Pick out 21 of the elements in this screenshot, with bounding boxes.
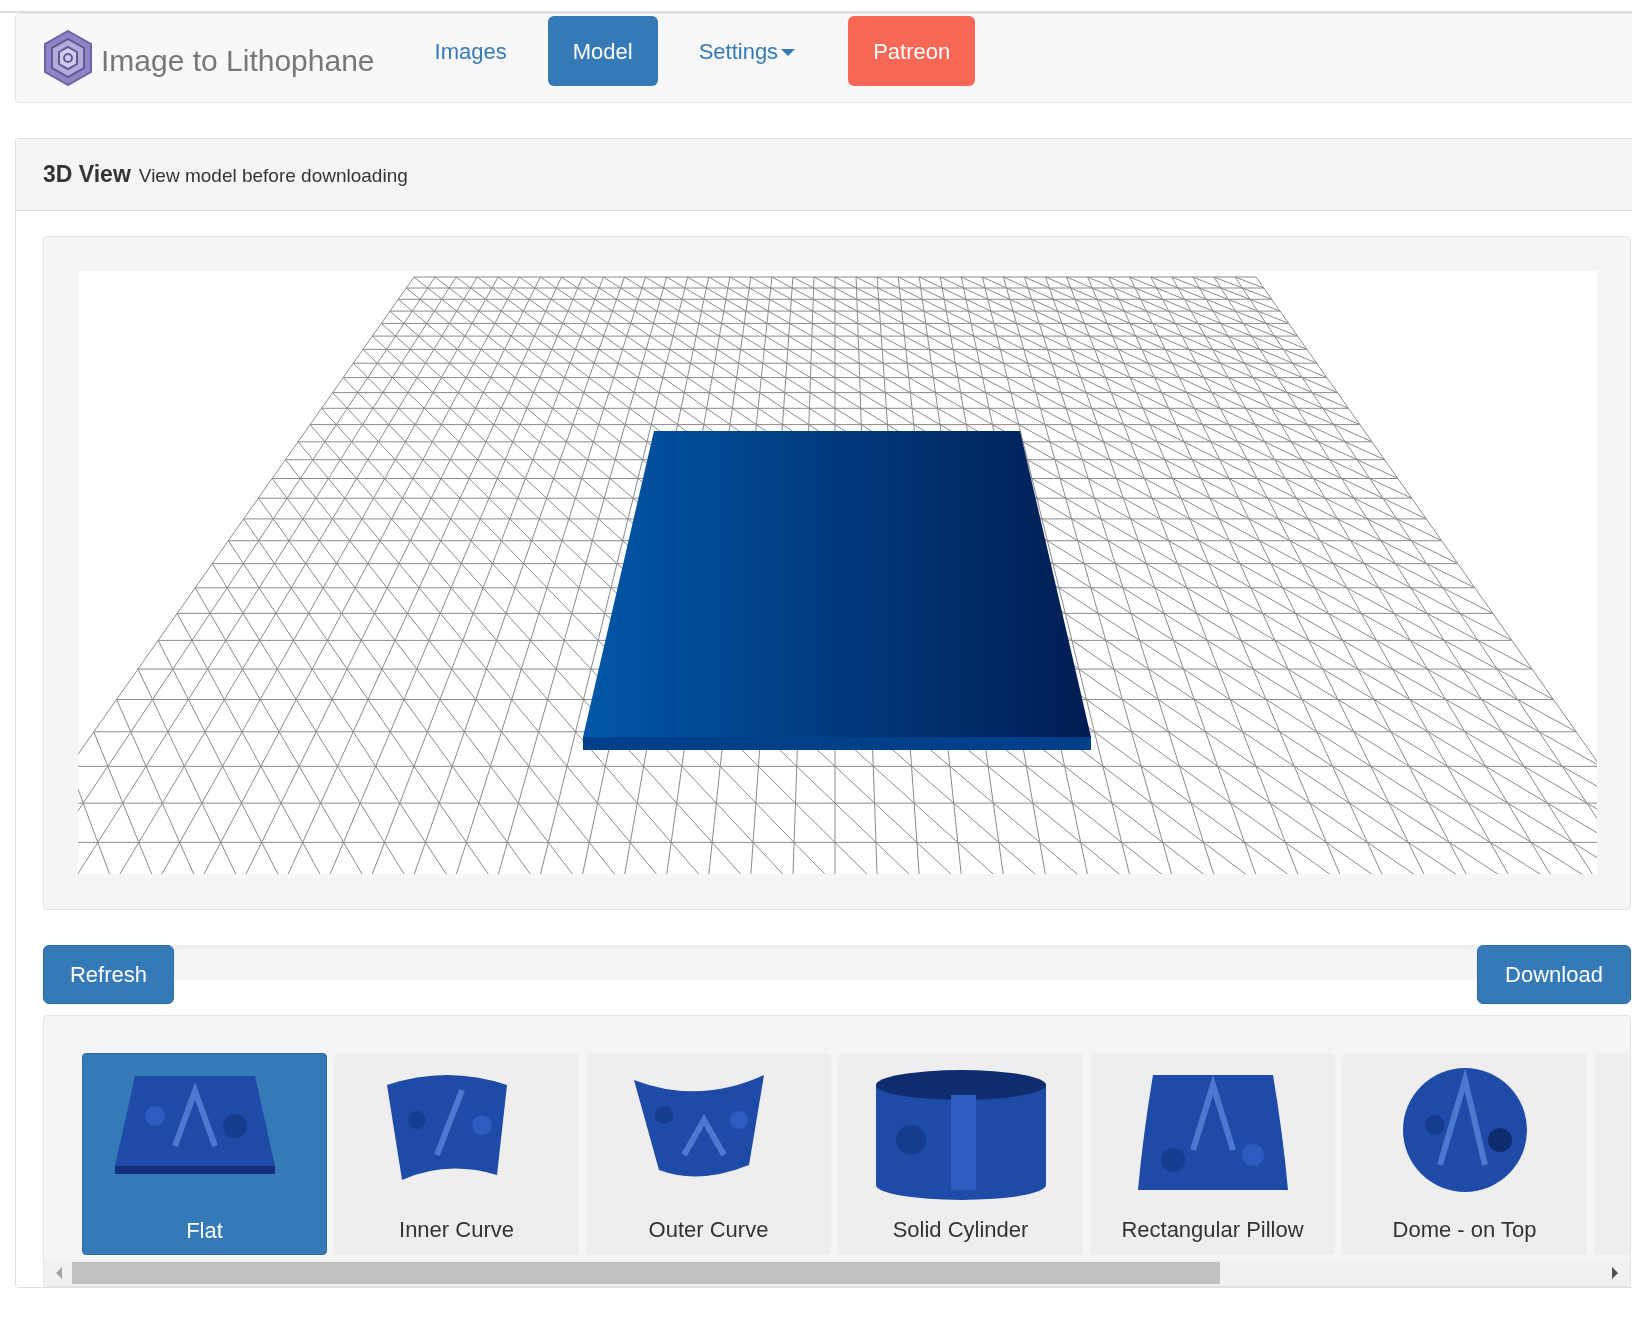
shape-option[interactable]: Flat	[82, 1053, 327, 1255]
nav-link[interactable]: Images	[409, 16, 532, 86]
nav-link[interactable]: Model	[547, 16, 658, 86]
shape-option[interactable]: Inner Curve	[334, 1053, 579, 1255]
download-button[interactable]: Download	[1477, 945, 1631, 1004]
panel-subtitle: View model before downloading	[138, 164, 408, 189]
scrollbar-thumb[interactable]	[72, 1262, 1220, 1284]
shape-option[interactable]: Outer Curve	[586, 1053, 831, 1255]
panel-title: 3D View	[43, 160, 131, 190]
refresh-button[interactable]: Refresh	[43, 945, 174, 1004]
horizontal-scrollbar[interactable]	[44, 1260, 1630, 1286]
settings-dropdown[interactable]: Settings	[673, 16, 821, 86]
shape-option[interactable]: Dome - on Top	[1342, 1053, 1587, 1255]
caret-icon	[781, 49, 796, 57]
patreon-button[interactable]: Patreon	[848, 16, 976, 86]
scroll-right-icon[interactable]	[1610, 1267, 1620, 1279]
shape-option[interactable]: Rectangular Pillow	[1090, 1053, 1335, 1255]
shape-option[interactable]: Solid Cylinder	[838, 1053, 1083, 1255]
scroll-left-icon[interactable]	[54, 1267, 64, 1279]
brand-title[interactable]: Image to Lithophane	[101, 37, 375, 83]
hexagon-logo-icon[interactable]	[43, 30, 93, 86]
